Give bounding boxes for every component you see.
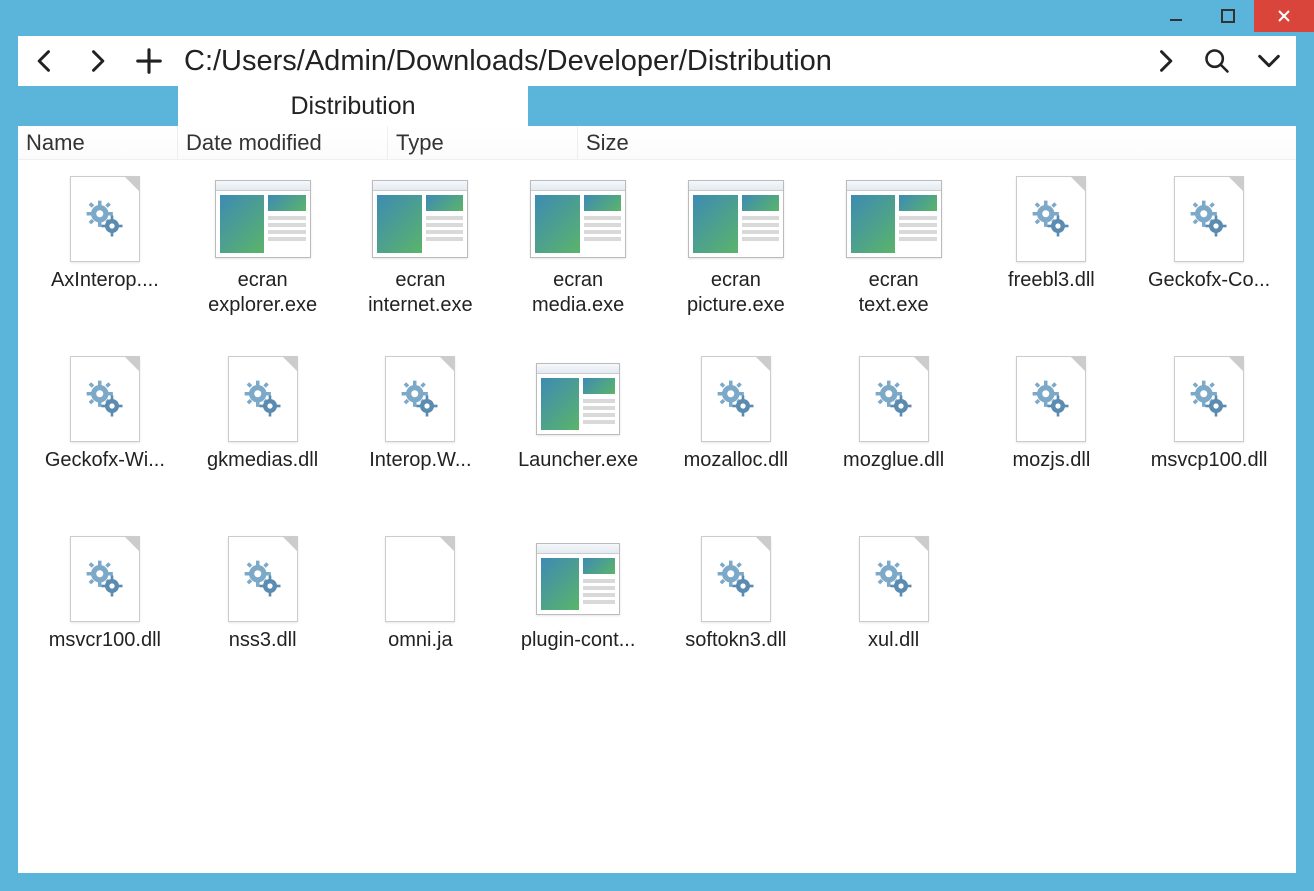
file-label: omni.ja (388, 628, 452, 653)
add-button[interactable] (132, 44, 166, 78)
exe-window-icon (372, 176, 468, 262)
file-item[interactable]: xul.dll (815, 530, 973, 700)
exe-window-icon (215, 176, 311, 262)
exe-window-icon (688, 176, 784, 262)
file-label: mozalloc.dll (684, 448, 788, 473)
file-item[interactable]: ecran media.exe (499, 170, 657, 340)
file-label: gkmedias.dll (207, 448, 318, 473)
window-controls (1150, 0, 1314, 32)
exe-window-icon (846, 176, 942, 262)
tab-rest[interactable] (528, 86, 1296, 126)
file-label: Launcher.exe (518, 448, 638, 473)
column-headers: Name Date modified Type Size (18, 126, 1296, 160)
file-label: freebl3.dll (1008, 268, 1095, 293)
tab-spacer (18, 86, 178, 126)
column-header-date[interactable]: Date modified (178, 126, 388, 159)
file-item[interactable]: ecran explorer.exe (184, 170, 342, 340)
column-header-name[interactable]: Name (18, 126, 178, 159)
file-label: ecran media.exe (532, 268, 624, 318)
exe-window-icon (530, 356, 626, 442)
file-label: ecran picture.exe (687, 268, 785, 318)
file-item[interactable]: ecran picture.exe (657, 170, 815, 340)
dll-file-icon (57, 536, 153, 622)
dll-file-icon (688, 536, 784, 622)
file-item[interactable]: mozalloc.dll (657, 350, 815, 520)
dll-file-icon (846, 356, 942, 442)
file-item[interactable]: AxInterop.... (26, 170, 184, 340)
close-button[interactable] (1254, 0, 1314, 32)
tabstrip: Distribution (18, 86, 1296, 126)
file-item[interactable]: freebl3.dll (973, 170, 1131, 340)
dll-file-icon (372, 356, 468, 442)
toolbar: C:/Users/Admin/Downloads/Developer/Distr… (18, 36, 1296, 86)
dll-file-icon (57, 356, 153, 442)
file-label: softokn3.dll (685, 628, 786, 653)
exe-window-icon (530, 536, 626, 622)
file-item[interactable]: softokn3.dll (657, 530, 815, 700)
exe-window-icon (530, 176, 626, 262)
back-button[interactable] (28, 44, 62, 78)
column-header-type[interactable]: Type (388, 126, 578, 159)
file-item[interactable]: msvcp100.dll (1130, 350, 1288, 520)
file-item[interactable]: nss3.dll (184, 530, 342, 700)
file-label: plugin-cont... (521, 628, 636, 653)
file-label: ecran text.exe (859, 268, 929, 318)
dll-file-icon (57, 176, 153, 262)
file-label: nss3.dll (229, 628, 297, 653)
titlebar[interactable] (0, 0, 1314, 36)
file-item[interactable]: ecran internet.exe (342, 170, 500, 340)
file-label: mozjs.dll (1012, 448, 1090, 473)
file-grid[interactable]: AxInterop.... ecran explorer.exe ecran int… (18, 160, 1296, 873)
file-item[interactable]: Interop.W... (342, 350, 500, 520)
dll-file-icon (215, 356, 311, 442)
file-item[interactable]: omni.ja (342, 530, 500, 700)
search-button[interactable] (1200, 44, 1234, 78)
file-label: ecran internet.exe (368, 268, 473, 318)
maximize-button[interactable] (1202, 0, 1254, 32)
file-item[interactable]: ecran text.exe (815, 170, 973, 340)
dll-file-icon (1003, 176, 1099, 262)
file-label: msvcp100.dll (1151, 448, 1268, 473)
tab-distribution[interactable]: Distribution (178, 86, 528, 126)
file-item[interactable]: mozjs.dll (973, 350, 1131, 520)
go-button[interactable] (1148, 44, 1182, 78)
file-item[interactable]: plugin-cont... (499, 530, 657, 700)
file-panel: Name Date modified Type Size AxInterop..… (18, 126, 1296, 873)
minimize-button[interactable] (1150, 0, 1202, 32)
dll-file-icon (1161, 176, 1257, 262)
generic-file-icon (372, 536, 468, 622)
content-frame: C:/Users/Admin/Downloads/Developer/Distr… (18, 36, 1296, 873)
file-label: AxInterop.... (51, 268, 159, 293)
toolbar-right (1148, 44, 1286, 78)
file-item[interactable]: gkmedias.dll (184, 350, 342, 520)
dll-file-icon (1003, 356, 1099, 442)
path-display[interactable]: C:/Users/Admin/Downloads/Developer/Distr… (184, 45, 1130, 78)
file-item[interactable]: Geckofx-Wi... (26, 350, 184, 520)
forward-button[interactable] (80, 44, 114, 78)
file-label: Geckofx-Wi... (45, 448, 165, 473)
file-item[interactable]: msvcr100.dll (26, 530, 184, 700)
file-label: Geckofx-Co... (1148, 268, 1270, 293)
file-label: ecran explorer.exe (208, 268, 317, 318)
dll-file-icon (846, 536, 942, 622)
dll-file-icon (1161, 356, 1257, 442)
column-header-size[interactable]: Size (578, 126, 1296, 159)
file-item[interactable]: mozglue.dll (815, 350, 973, 520)
dropdown-button[interactable] (1252, 44, 1286, 78)
file-item[interactable]: Geckofx-Co... (1130, 170, 1288, 340)
dll-file-icon (688, 356, 784, 442)
file-label: mozglue.dll (843, 448, 944, 473)
file-explorer-window: C:/Users/Admin/Downloads/Developer/Distr… (0, 0, 1314, 891)
file-label: msvcr100.dll (49, 628, 161, 653)
dll-file-icon (215, 536, 311, 622)
file-item[interactable]: Launcher.exe (499, 350, 657, 520)
file-label: Interop.W... (369, 448, 471, 473)
file-label: xul.dll (868, 628, 919, 653)
